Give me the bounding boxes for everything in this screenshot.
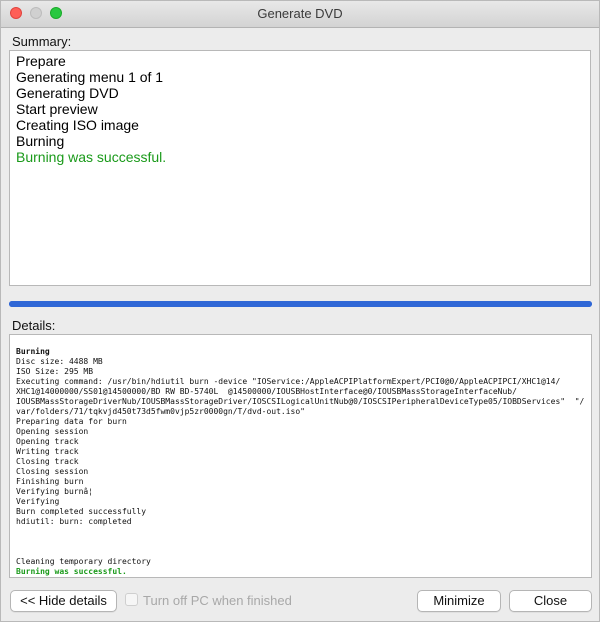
title-bar: Generate DVD [1, 1, 599, 28]
details-log-line: Verifying [16, 497, 60, 506]
details-log-line: Burn completed successfully [16, 507, 147, 516]
progress-bar [9, 301, 592, 307]
details-log-line [16, 527, 585, 537]
details-log-line: Finishing burn [16, 477, 84, 486]
details-log-line: hdiutil: burn: completed [16, 517, 132, 526]
summary-line: Prepare [16, 53, 66, 69]
details-log-line: Opening track [16, 437, 79, 446]
details-log-line: XHC1@14000000/SS01@14500000/BD RW BD-574… [16, 387, 517, 396]
details-log-line: IOUSBMassStorageDriverNub/IOUSBMassStora… [16, 397, 585, 406]
minimize-button[interactable]: Minimize [417, 590, 501, 612]
summary-line: Generating menu 1 of 1 [16, 69, 164, 85]
generate-dvd-window: Generate DVD Summary: Prepare Generating … [0, 0, 600, 622]
details-log-line: Writing track [16, 447, 79, 456]
details-log-line: Burning was successful. [16, 567, 127, 576]
details-log-line: Disc size: 4488 MB [16, 357, 103, 366]
details-log-line: Closing session [16, 467, 89, 476]
details-log-line: ISO Size: 295 MB [16, 367, 94, 376]
details-log-line [16, 547, 585, 557]
turn-off-pc-checkbox [125, 593, 138, 606]
details-log-line: Preparing data for burn [16, 417, 127, 426]
details-log-line: var/folders/71/tqkvjd450t73d5fwm0vjp5zr0… [16, 407, 305, 416]
summary-label: Summary: [12, 34, 72, 49]
hide-details-button[interactable]: << Hide details [10, 590, 117, 612]
details-log-line: Cleaning temporary directory [16, 557, 151, 566]
details-log-line: Closing track [16, 457, 79, 466]
details-log-line: Opening session [16, 427, 89, 436]
turn-off-pc-label: Turn off PC when finished [143, 593, 292, 608]
summary-list: Prepare Generating menu 1 of 1 Generating … [9, 50, 591, 286]
details-log-line: Executing command: /usr/bin/hdiutil burn… [16, 377, 561, 386]
window-title: Generate DVD [257, 6, 343, 21]
summary-line: Start preview [16, 101, 98, 117]
summary-line: Burning [16, 133, 65, 149]
details-label: Details: [12, 318, 56, 333]
close-button[interactable]: Close [509, 590, 592, 612]
details-log-line [16, 537, 585, 547]
details-log: Burning Disc size: 4488 MB ISO Size: 295 M… [9, 334, 592, 578]
details-log-line: Burning [16, 347, 50, 356]
progress-fill [9, 301, 592, 307]
summary-line: Burning was successful. [16, 149, 167, 165]
summary-line: Generating DVD [16, 85, 119, 101]
summary-line: Creating ISO image [16, 117, 139, 133]
details-log-line: Verifying burnâ¦ [16, 487, 94, 496]
